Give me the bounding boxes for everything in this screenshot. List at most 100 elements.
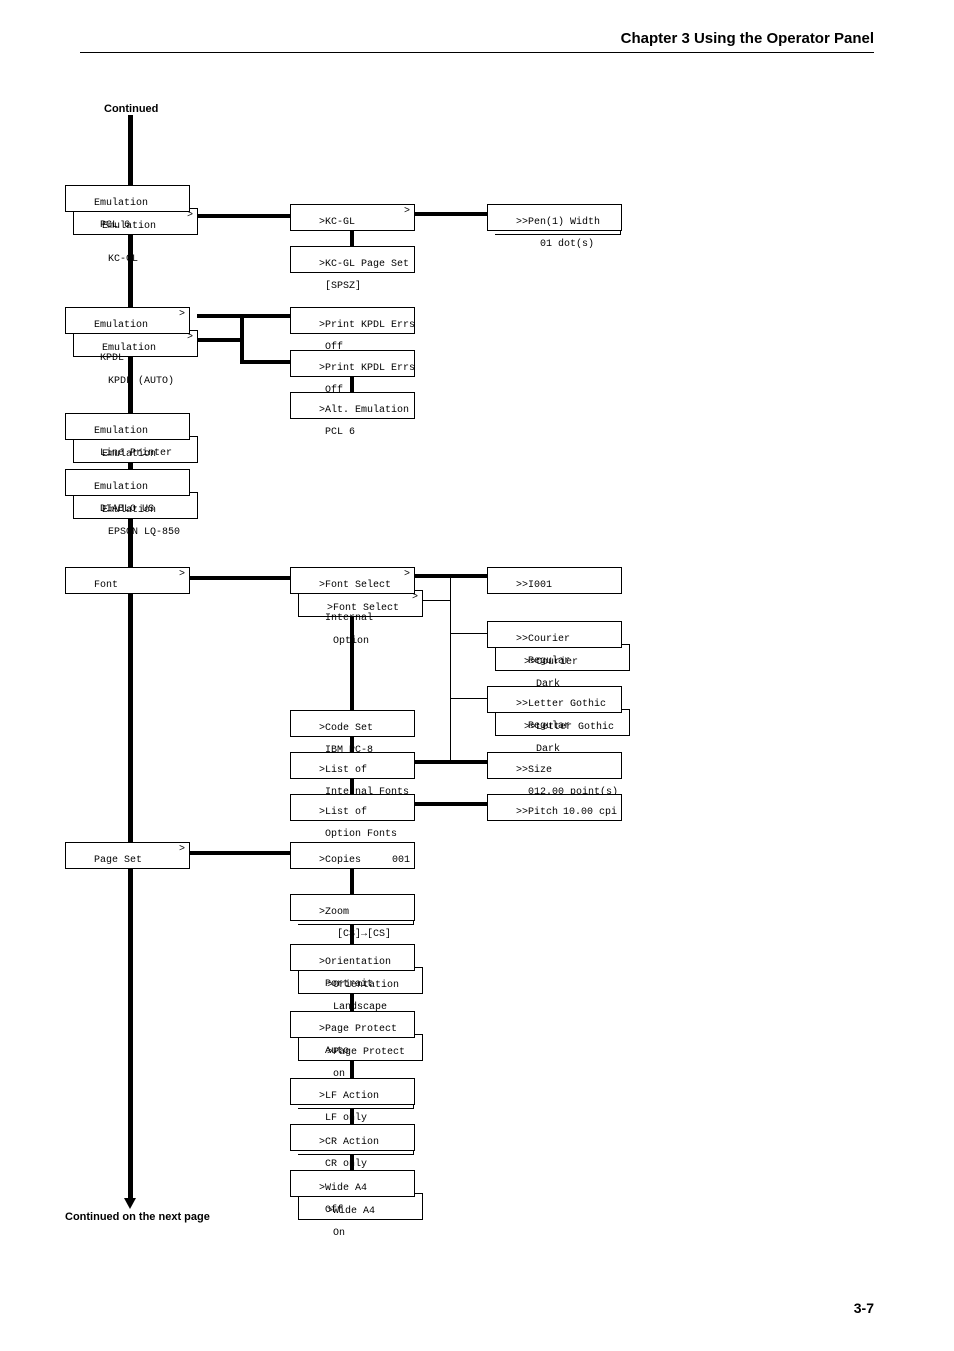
conn (190, 576, 292, 580)
line2: PCL 6 (319, 427, 355, 438)
node-alt-emulation: >Alt. Emulation PCL 6 (290, 392, 415, 419)
conn (350, 866, 354, 896)
continued-label-bottom: Continued on the next page (65, 1211, 210, 1223)
line2: On (327, 1228, 345, 1239)
node-wide-a4-off: >Wide A4 Off (290, 1170, 415, 1197)
line2: DIABLO US (94, 504, 154, 515)
line1: >Wide A4 (319, 1183, 367, 1194)
line1: >LF Action (319, 1091, 379, 1102)
page-number: 3-7 (854, 1300, 874, 1316)
line1: >>Pitch (516, 807, 558, 818)
conn (240, 314, 292, 318)
line1: >Code Set (319, 723, 373, 734)
conn (197, 214, 292, 218)
node-code-set: >Code Set IBM PC-8 (290, 710, 415, 737)
continued-label-top: Continued (104, 103, 158, 115)
node-emu-pcl6: Emulation PCL 6 (65, 185, 190, 212)
node-lf-action: >LF Action LF only (290, 1078, 415, 1105)
line1: >Copies (319, 855, 361, 866)
line1: >Orientation (319, 957, 391, 968)
line1: Emulation (94, 320, 148, 331)
line2: CR only (319, 1159, 367, 1170)
line2: Portrait (319, 979, 373, 990)
node-page-set: Page Set > (65, 842, 190, 869)
node-cr-action: >CR Action CR only (290, 1124, 415, 1151)
node-print-kpdl-2: >Print KPDL Errs Off (290, 350, 415, 377)
line1: Emulation (94, 426, 148, 437)
conn (414, 212, 489, 216)
node-print-kpdl-1: >Print KPDL Errs Off (290, 307, 415, 334)
line1: >Page Protect (319, 1024, 397, 1035)
conn (350, 374, 354, 394)
conn (450, 760, 451, 761)
line2: EPSON LQ-850 (102, 527, 180, 538)
line1: >>Letter Gothic (516, 699, 606, 710)
conn (240, 314, 244, 364)
line2: Option (327, 636, 369, 647)
line1: >>Size (516, 765, 552, 776)
line2: [SPSZ] (319, 281, 361, 292)
line1: Page Set (94, 855, 142, 866)
node-copies: >Copies 001 (290, 842, 415, 869)
submenu-indicator: > (404, 206, 410, 217)
conn (414, 760, 489, 764)
conn (450, 698, 489, 699)
line1: >>Pen(1) Width (516, 217, 600, 228)
line1: >Zoom (319, 907, 349, 918)
node-emu-line: Emulation Line Printer (65, 413, 190, 440)
line1: >>I001 (516, 580, 552, 591)
line1: >Alt. Emulation (319, 405, 409, 416)
conn (414, 574, 489, 578)
main-spine (128, 115, 133, 1200)
line2: [CS]→[CS] (319, 929, 391, 940)
conn (350, 228, 354, 248)
line1: Font (94, 580, 118, 591)
submenu-indicator: > (179, 569, 185, 580)
spine-arrow (124, 1198, 136, 1209)
node-font-select-internal: >Font Select > Internal (290, 567, 415, 594)
line2: PCL 6 (94, 220, 130, 231)
node-page-protect-auto: >Page Protect Auto (290, 1011, 415, 1038)
submenu-indicator: > (404, 569, 410, 580)
node-kcgl-penwidth: >KC-GL > Pen Width (290, 204, 415, 231)
conn (450, 576, 451, 761)
line2: Auto (319, 1046, 349, 1057)
chapter-title: Chapter 3 Using the Operator Panel (621, 30, 874, 47)
line1: >List of (319, 807, 367, 818)
line2: Regular (516, 721, 570, 732)
node-orient-portrait: >Orientation Portrait (290, 944, 415, 971)
node-i001: >>I001 (487, 567, 622, 594)
value: 001 (392, 855, 410, 866)
line1: >Print KPDL Errs (319, 320, 415, 331)
submenu-indicator: > (179, 309, 185, 320)
line2: KPDL (94, 353, 124, 364)
line2: Regular (516, 656, 570, 667)
line1: >List of (319, 765, 367, 776)
node-letter-reg: >>Letter Gothic Regular (487, 686, 622, 713)
conn (350, 614, 354, 714)
conn (240, 360, 292, 364)
node-pitch: >>Pitch 10.00 cpi (487, 794, 622, 821)
header-rule (80, 52, 874, 53)
conn (197, 314, 242, 318)
line1: >KC-GL Page Set (319, 259, 409, 270)
node-size: >>Size 012.00 point(s) (487, 752, 622, 779)
node-list-option: >List of Option Fonts (290, 794, 415, 821)
line1: Emulation (94, 482, 148, 493)
submenu-indicator: > (179, 844, 185, 855)
conn (190, 851, 292, 855)
line2: Line Printer (94, 448, 172, 459)
line2: Off (319, 1205, 343, 1216)
line2: 01 dot(s) (516, 239, 594, 250)
line1: >Font Select (319, 580, 391, 591)
line1: >>Courier (516, 634, 570, 645)
node-kcgl-pageset: >KC-GL Page Set [SPSZ] (290, 246, 415, 273)
line2: LF only (319, 1113, 367, 1124)
node-zoom: >Zoom [CS]→[CS] (290, 894, 415, 921)
node-list-internal: >List of Internal Fonts (290, 752, 415, 779)
line1: >KC-GL (319, 217, 355, 228)
line2: Option Fonts (319, 829, 397, 840)
conn (450, 633, 489, 634)
line1: >Print KPDL Errs (319, 363, 415, 374)
line2: Internal (319, 613, 373, 624)
